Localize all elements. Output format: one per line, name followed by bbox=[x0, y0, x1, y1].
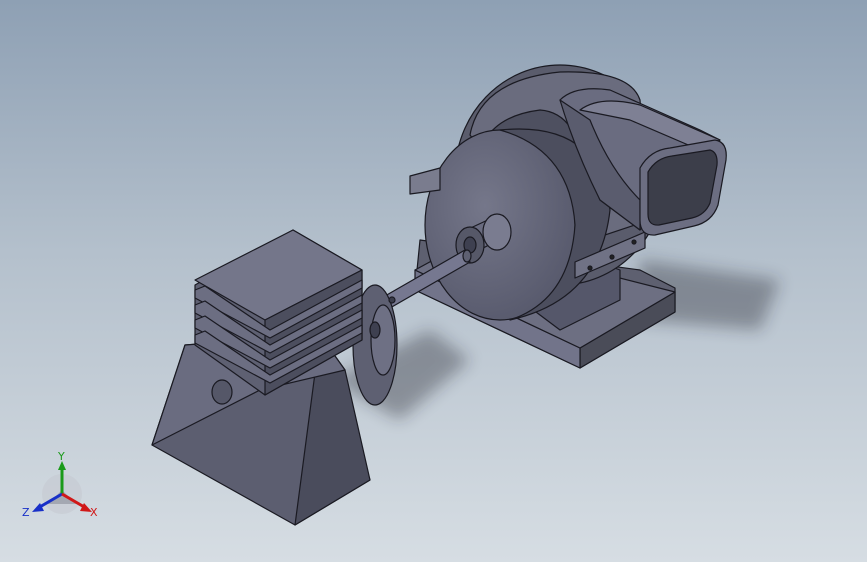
z-axis-label: Z bbox=[22, 506, 30, 519]
x-axis-label: X bbox=[90, 506, 98, 519]
motor-assembly[interactable] bbox=[151, 229, 398, 526]
model-canvas[interactable]: Y Z X bbox=[0, 0, 867, 562]
orientation-triad[interactable]: Y Z X bbox=[22, 450, 98, 519]
y-axis-label: Y bbox=[57, 450, 65, 463]
3d-viewport[interactable]: Y Z X bbox=[0, 0, 867, 562]
mount-flange-left bbox=[409, 167, 441, 195]
